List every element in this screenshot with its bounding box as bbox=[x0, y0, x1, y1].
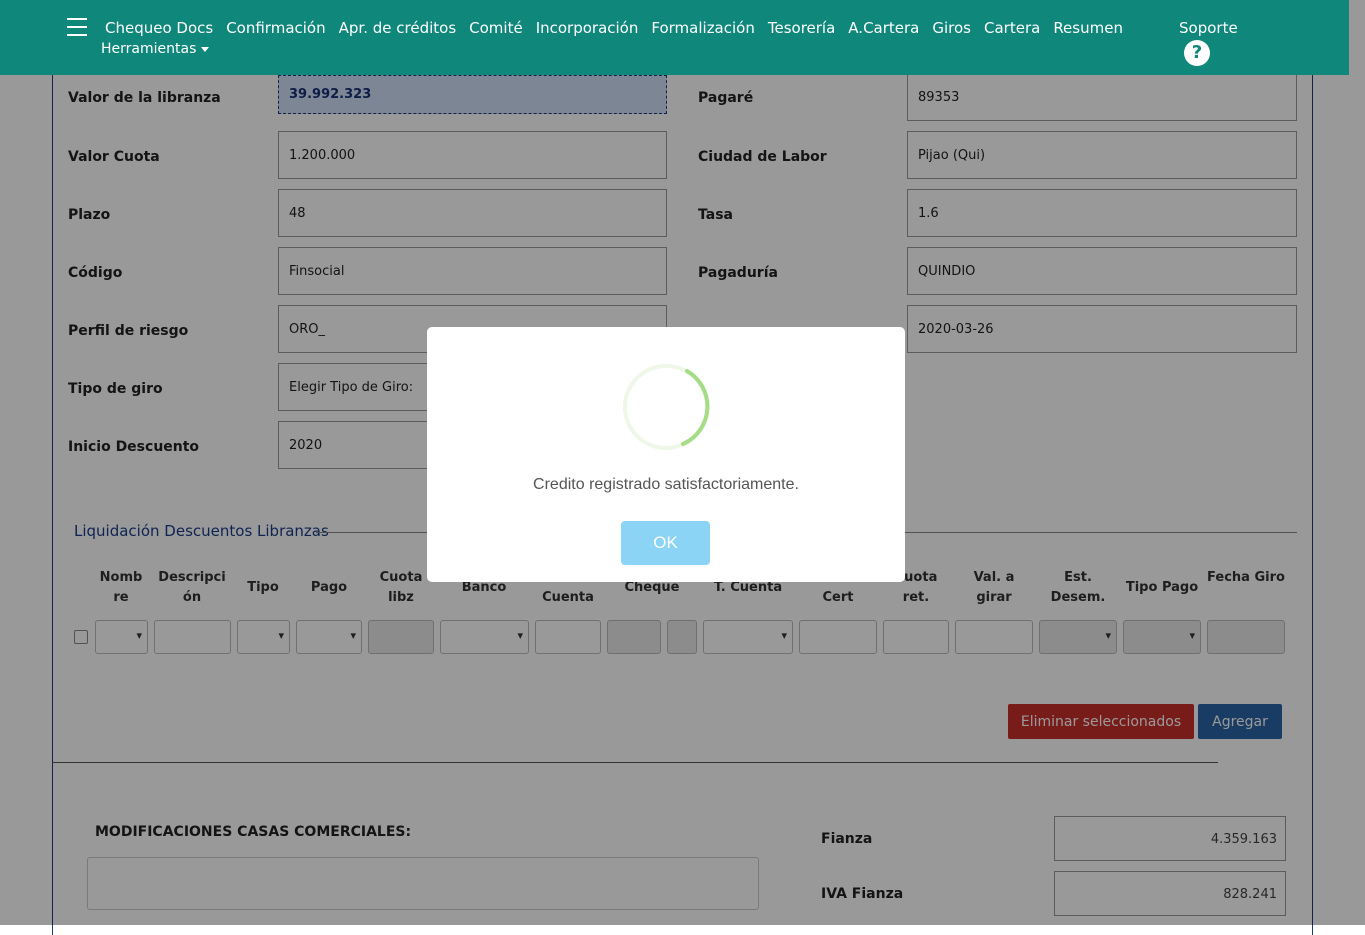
ok-button[interactable]: OK bbox=[621, 521, 710, 565]
nav-links: Chequeo Docs Confirmación Apr. de crédit… bbox=[105, 19, 1123, 37]
nav-cartera[interactable]: Cartera bbox=[984, 19, 1040, 37]
nav-apr-creditos[interactable]: Apr. de créditos bbox=[339, 19, 457, 37]
nav-a-cartera[interactable]: A.Cartera bbox=[848, 19, 919, 37]
success-dialog: Credito registrado satisfactoriamente. O… bbox=[427, 327, 905, 582]
nav-support[interactable]: Soporte bbox=[1179, 19, 1238, 37]
nav-comite[interactable]: Comité bbox=[469, 19, 523, 37]
top-navbar: Chequeo Docs Confirmación Apr. de crédit… bbox=[0, 0, 1349, 75]
nav-chequeo-docs[interactable]: Chequeo Docs bbox=[105, 19, 213, 37]
nav-giros[interactable]: Giros bbox=[932, 19, 971, 37]
nav-tesoreria[interactable]: Tesorería bbox=[768, 19, 835, 37]
loading-spinner-icon bbox=[623, 364, 710, 450]
help-icon[interactable]: ? bbox=[1184, 40, 1210, 66]
dialog-message: Credito registrado satisfactoriamente. bbox=[533, 476, 799, 493]
nav-tools-dropdown[interactable]: Herramientas bbox=[101, 41, 210, 57]
nav-incorporacion[interactable]: Incorporación bbox=[536, 19, 639, 37]
menu-icon[interactable] bbox=[67, 18, 87, 38]
caret-down-icon bbox=[201, 46, 210, 52]
nav-tools-label: Herramientas bbox=[101, 41, 197, 57]
nav-resumen[interactable]: Resumen bbox=[1053, 19, 1123, 37]
nav-formalizacion[interactable]: Formalización bbox=[651, 19, 754, 37]
nav-confirmacion[interactable]: Confirmación bbox=[226, 19, 325, 37]
